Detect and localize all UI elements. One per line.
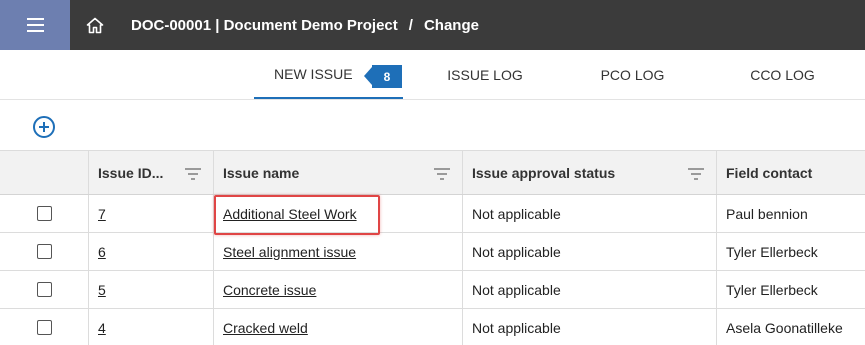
issue-id-link[interactable]: 4	[98, 320, 106, 336]
field-contact-cell: Asela Goonatilleke	[726, 319, 843, 336]
column-header-label: Issue name	[223, 164, 300, 181]
table-row: 5 Concrete issue Not applicable Tyler El…	[0, 271, 865, 309]
tab-new-issue[interactable]: NEW ISSUE 8	[254, 50, 403, 99]
field-contact-cell: Tyler Ellerbeck	[726, 281, 818, 298]
table-row: 7 Additional Steel Work Not applicable P…	[0, 195, 865, 233]
issue-name-link[interactable]: Steel alignment issue	[223, 244, 356, 260]
new-issue-count-badge: 8	[364, 65, 402, 88]
approval-status-cell: Not applicable	[463, 271, 717, 308]
column-header-label: Issue approval status	[472, 164, 616, 181]
issue-id-cell: 6	[89, 233, 214, 270]
issue-id-link[interactable]: 7	[98, 206, 106, 222]
breadcrumb: DOC-00001 | Document Demo Project / Chan…	[131, 0, 479, 50]
issue-name-link[interactable]: Concrete issue	[223, 282, 316, 298]
select-column-header	[0, 151, 89, 194]
approval-status-cell: Not applicable	[463, 309, 717, 345]
issue-id-link[interactable]: 6	[98, 244, 106, 260]
tab-new-issue-label: NEW ISSUE	[274, 66, 353, 82]
column-header-issue-name[interactable]: Issue name	[214, 151, 463, 194]
add-circle-icon[interactable]	[33, 116, 55, 138]
breadcrumb-project[interactable]: DOC-00001 | Document Demo Project	[131, 17, 398, 34]
top-bar: DOC-00001 | Document Demo Project / Chan…	[0, 0, 865, 50]
field-contact-cell: Paul bennion	[726, 205, 808, 222]
column-header-field-contact[interactable]: Field contact	[717, 151, 865, 194]
approval-status-cell: Not applicable	[463, 195, 717, 232]
issues-table: Issue ID... Issue name Issue approval st…	[0, 150, 865, 345]
issue-id-cell: 4	[89, 309, 214, 345]
tab-pco-log[interactable]: PCO LOG	[580, 50, 685, 99]
column-header-label: Field contact	[726, 164, 813, 181]
column-header-approval-status[interactable]: Issue approval status	[463, 151, 717, 194]
filter-icon[interactable]	[688, 168, 704, 180]
row-checkbox[interactable]	[36, 206, 52, 221]
issue-name-cell: Additional Steel Work	[214, 195, 463, 232]
hamburger-menu-icon[interactable]	[0, 0, 70, 50]
table-row: 6 Steel alignment issue Not applicable T…	[0, 233, 865, 271]
breadcrumb-current: Change	[423, 16, 479, 34]
issue-name-cell: Concrete issue	[214, 271, 463, 308]
issue-name-cell: Cracked weld	[214, 309, 463, 345]
row-checkbox[interactable]	[36, 282, 52, 297]
issue-name-cell: Steel alignment issue	[214, 233, 463, 270]
tab-bar: NEW ISSUE 8 ISSUE LOG PCO LOG CCO LOG	[0, 50, 865, 100]
tab-cco-log[interactable]: CCO LOG	[730, 50, 835, 99]
home-icon[interactable]	[70, 0, 120, 50]
field-contact-cell: Tyler Ellerbeck	[726, 243, 818, 260]
column-header-label: Issue ID...	[98, 164, 164, 181]
table-header-row: Issue ID... Issue name Issue approval st…	[0, 150, 865, 195]
breadcrumb-separator: /	[408, 16, 413, 34]
tab-issue-log[interactable]: ISSUE LOG	[430, 50, 540, 99]
column-header-issue-id[interactable]: Issue ID...	[89, 151, 214, 194]
row-select-cell	[0, 271, 89, 308]
issue-id-link[interactable]: 5	[98, 282, 106, 298]
issue-id-cell: 5	[89, 271, 214, 308]
table-row: 4 Cracked weld Not applicable Asela Goon…	[0, 309, 865, 345]
issue-name-link[interactable]: Cracked weld	[223, 320, 308, 336]
filter-icon[interactable]	[434, 168, 450, 180]
row-select-cell	[0, 195, 89, 232]
row-select-cell	[0, 309, 89, 345]
approval-status-cell: Not applicable	[463, 233, 717, 270]
issue-id-cell: 7	[89, 195, 214, 232]
row-checkbox[interactable]	[36, 320, 52, 335]
row-select-cell	[0, 233, 89, 270]
filter-icon[interactable]	[185, 168, 201, 180]
row-checkbox[interactable]	[36, 244, 52, 259]
issue-name-link[interactable]: Additional Steel Work	[223, 206, 357, 222]
